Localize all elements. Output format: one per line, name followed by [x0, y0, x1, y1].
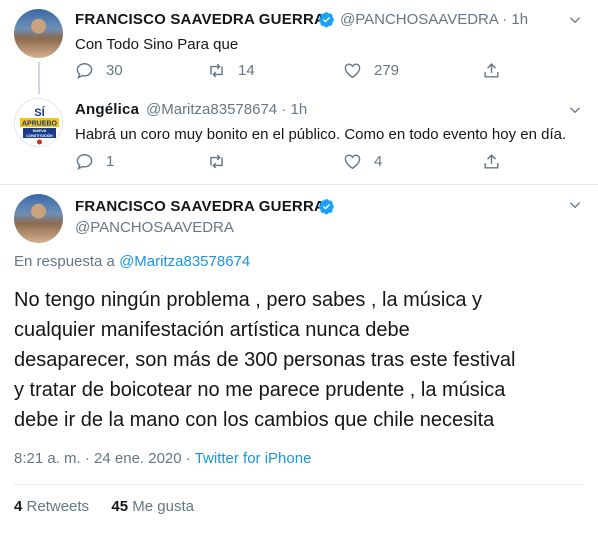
main-tweet-text: No tengo ningún problema , pero sabes , … — [14, 285, 584, 435]
like-count: 279 — [374, 62, 400, 79]
text-line: debe ir de la mano con los cambios que c… — [14, 409, 495, 431]
retweets-stat[interactable]: 4 Retweets — [14, 498, 89, 515]
divider — [14, 484, 584, 485]
author-handle[interactable]: @PANCHOSAAVEDRA — [75, 219, 234, 236]
like-button[interactable]: 279 — [343, 61, 399, 80]
heart-icon — [344, 154, 361, 170]
text-line: No tengo ningún problema , pero sabes , … — [14, 289, 483, 311]
svg-text:APRUEBO: APRUEBO — [22, 121, 58, 128]
chevron-down-icon[interactable] — [568, 198, 582, 212]
tweet-2[interactable]: SÍ APRUEBO NUEVA CONSTITUCIÓN Angélica @… — [0, 92, 598, 184]
avatar[interactable]: SÍ APRUEBO NUEVA CONSTITUCIÓN — [14, 98, 63, 147]
author-handle[interactable]: @PANCHOSAAVEDRA · 1h — [340, 11, 528, 28]
avatar[interactable] — [14, 9, 63, 58]
thread-line — [38, 62, 40, 94]
tweet-text: Habrá un coro muy bonito en el público. … — [75, 126, 567, 143]
tweet-1[interactable]: FRANCISCO SAAVEDRA GUERRA @PANCHOSAAVEDR… — [0, 0, 598, 94]
heart-icon — [344, 63, 361, 79]
share-button[interactable] — [482, 61, 513, 80]
avatar[interactable] — [14, 194, 63, 243]
retweet-button[interactable] — [207, 152, 238, 171]
reply-prefix: En respuesta a — [14, 253, 115, 270]
like-button[interactable]: 4 — [343, 152, 382, 171]
retweet-count: 14 — [238, 62, 255, 79]
reply-icon — [76, 154, 93, 171]
text-line: desaparecer, son más de 300 personas tra… — [14, 349, 516, 371]
retweet-icon — [210, 63, 223, 78]
apruebo-logo-icon: SÍ APRUEBO NUEVA CONSTITUCIÓN — [15, 99, 62, 146]
share-icon — [484, 63, 499, 78]
text-line: cualquier manifestación artística nunca … — [14, 319, 410, 341]
chevron-down-icon[interactable] — [568, 103, 582, 117]
tweet-meta: 8:21 a. m. · 24 ene. 2020 · Twitter for … — [14, 450, 311, 467]
verified-badge-icon — [319, 199, 334, 215]
source-link[interactable]: Twitter for iPhone — [195, 450, 312, 467]
author-name[interactable]: FRANCISCO SAAVEDRA GUERRA — [75, 198, 325, 215]
tweet-text: Con Todo Sino Para que — [75, 36, 239, 53]
retweet-button[interactable]: 14 — [207, 61, 255, 80]
svg-text:SÍ: SÍ — [34, 106, 45, 119]
likes-stat[interactable]: 45 Me gusta — [111, 498, 194, 515]
text-line: y tratar de boicotear no me parece prude… — [14, 379, 506, 401]
reply-context: En respuesta a @Maritza83578674 — [14, 253, 250, 270]
share-icon — [484, 154, 499, 169]
chevron-down-icon[interactable] — [568, 13, 582, 27]
reply-button[interactable]: 30 — [75, 61, 123, 80]
svg-text:CONSTITUCIÓN: CONSTITUCIÓN — [26, 133, 53, 138]
author-handle[interactable]: @Maritza83578674 · 1h — [146, 101, 307, 118]
like-count: 4 — [374, 153, 383, 170]
verified-badge-icon — [319, 12, 334, 28]
svg-text:NUEVA: NUEVA — [33, 128, 47, 133]
reply-count: 30 — [106, 62, 123, 79]
reply-button[interactable]: 1 — [75, 152, 114, 171]
reply-count: 1 — [106, 153, 115, 170]
author-name[interactable]: FRANCISCO SAAVEDRA GUERRA — [75, 11, 325, 28]
tweet-stats: 4 Retweets 45 Me gusta — [14, 498, 194, 515]
reply-icon — [76, 63, 93, 80]
retweet-icon — [210, 154, 223, 169]
reply-to-link[interactable]: @Maritza83578674 — [119, 253, 250, 270]
share-button[interactable] — [482, 152, 513, 171]
author-name[interactable]: Angélica — [75, 101, 139, 118]
timestamp[interactable]: 8:21 a. m. · 24 ene. 2020 · — [14, 450, 191, 467]
